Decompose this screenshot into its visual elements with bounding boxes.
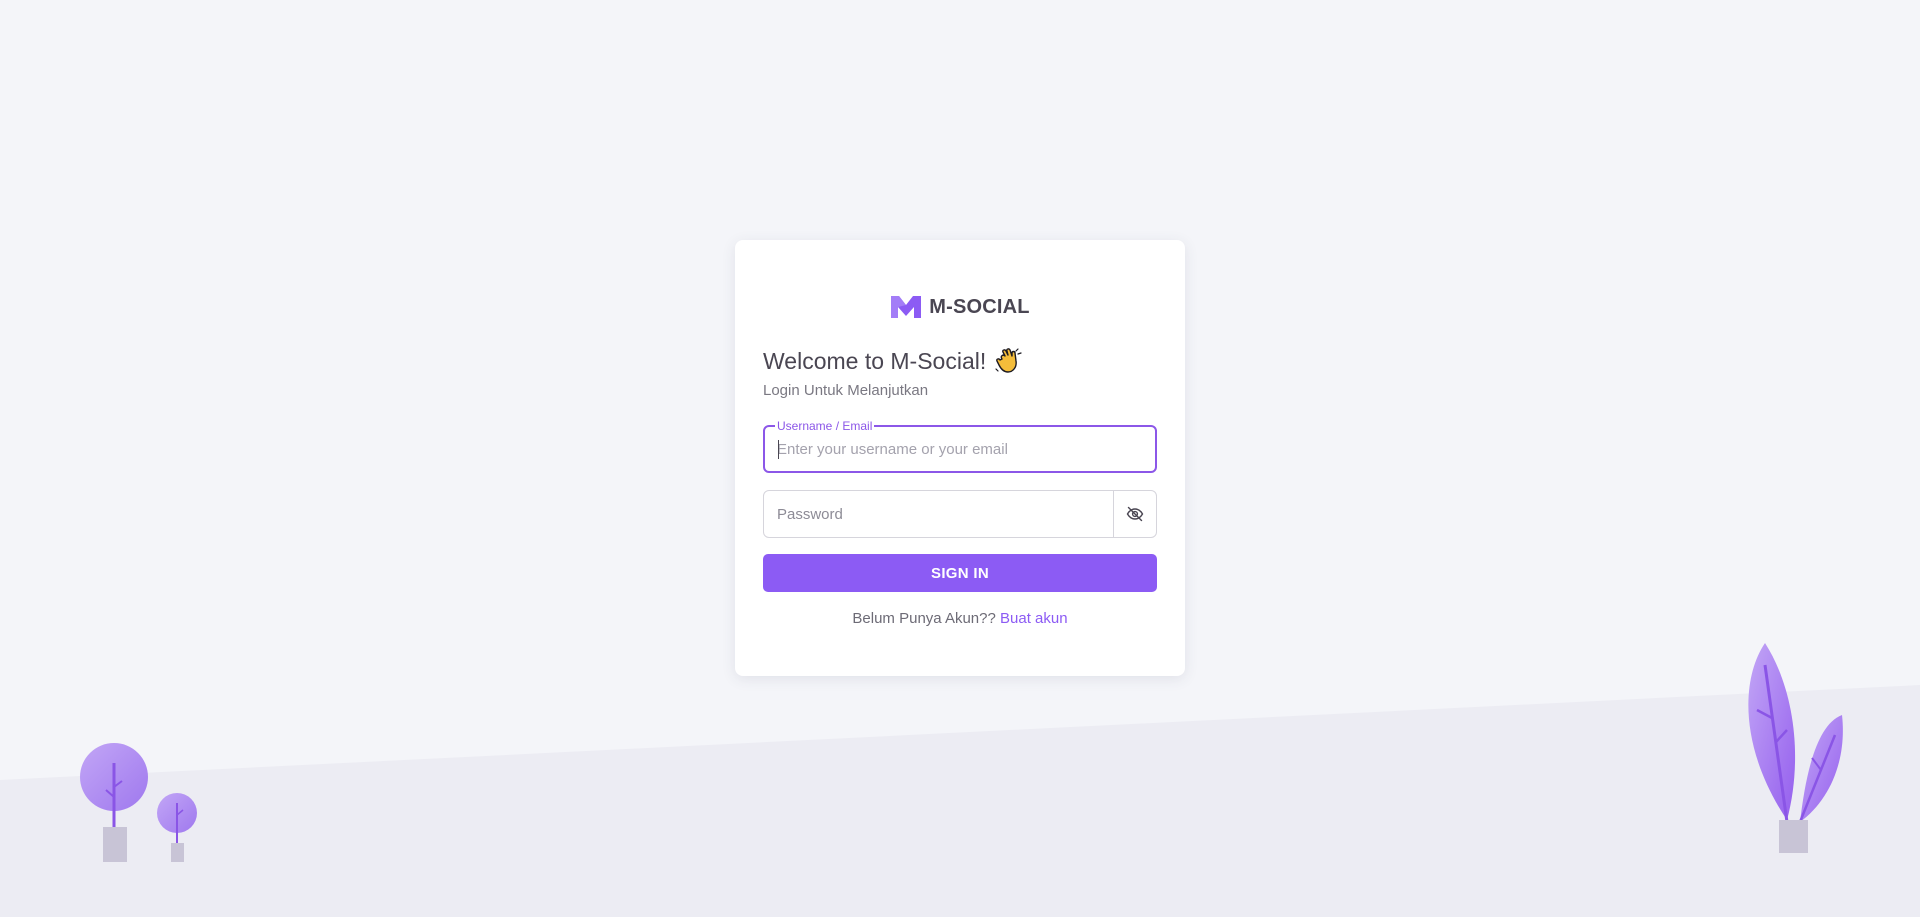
welcome-title: Welcome to M-Social! — [763, 347, 987, 374]
username-field: Username / Email — [763, 418, 1157, 473]
waving-hand-icon — [995, 348, 1022, 373]
login-card: M-SOCIAL Welcome to M-Social! Login Untu… — [735, 240, 1185, 676]
brand-name: M-SOCIAL — [929, 295, 1030, 318]
leaf-plant-illustration — [1748, 643, 1843, 853]
password-visibility-toggle[interactable] — [1113, 491, 1156, 537]
signup-prompt-row: Belum Punya Akun?? Buat akun — [763, 610, 1157, 627]
password-field — [763, 490, 1157, 538]
eye-off-icon — [1126, 506, 1144, 522]
username-label: Username / Email — [775, 418, 875, 434]
signup-prompt-text: Belum Punya Akun?? — [852, 610, 996, 627]
sign-in-button[interactable]: SIGN IN — [763, 554, 1157, 592]
password-input[interactable] — [764, 491, 1113, 537]
welcome-heading: Welcome to M-Social! — [763, 346, 1157, 376]
tree-illustration — [80, 743, 197, 862]
create-account-link[interactable]: Buat akun — [1000, 610, 1068, 627]
m-logo-icon — [891, 296, 922, 318]
welcome-subtitle: Login Untuk Melanjutkan — [763, 382, 929, 399]
text-cursor — [778, 440, 779, 459]
brand-header: M-SOCIAL — [763, 292, 1157, 322]
